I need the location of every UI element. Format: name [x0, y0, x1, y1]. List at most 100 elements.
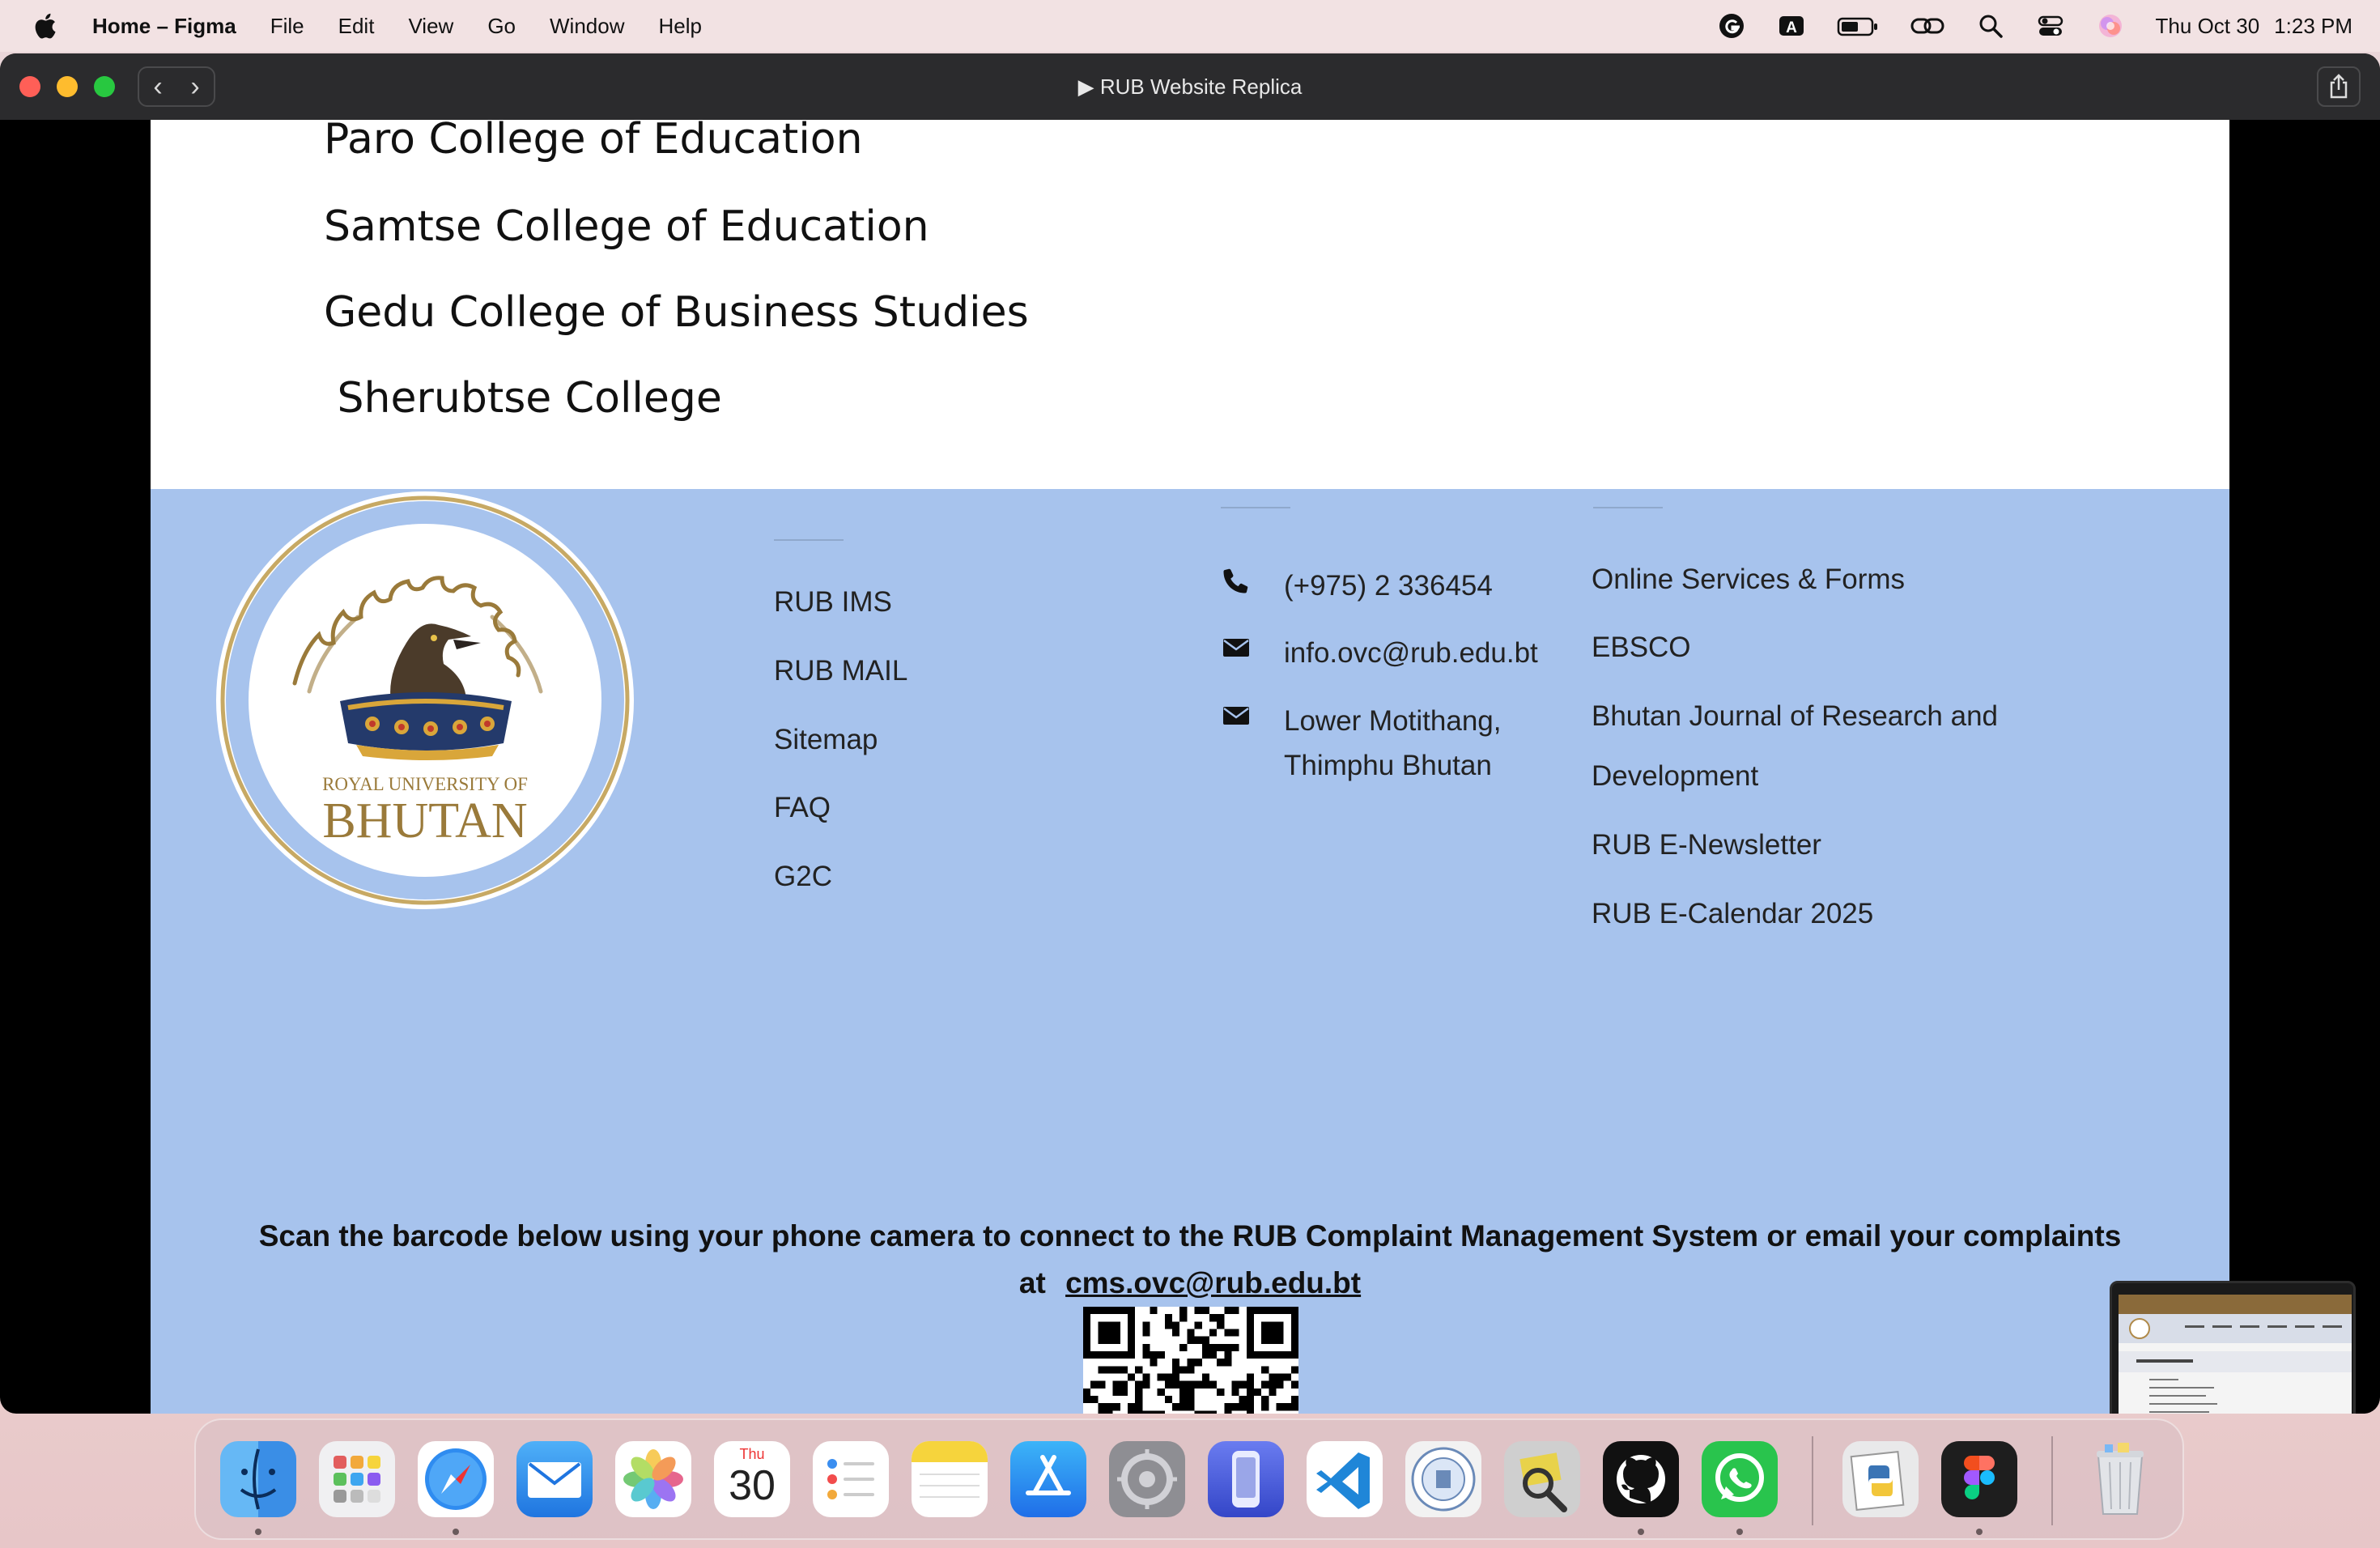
back-button[interactable]: ‹ [153, 71, 162, 103]
footer-link-sitemap[interactable]: Sitemap [774, 724, 878, 756]
apple-menu-icon[interactable] [32, 12, 57, 40]
footer-link-e-calendar[interactable]: RUB E-Calendar 2025 [1592, 898, 1873, 930]
link-icon[interactable] [1910, 11, 1945, 40]
search-icon[interactable] [1976, 11, 2005, 40]
resources-divider [1593, 507, 1663, 508]
dock-calendar-icon[interactable]: Thu 30 [714, 1441, 790, 1517]
safari-running-dot [453, 1529, 459, 1535]
dock-separator [1812, 1436, 1813, 1525]
footer-link-e-newsletter[interactable]: RUB E-Newsletter [1592, 829, 1821, 861]
dock-reminders-icon[interactable] [813, 1441, 889, 1517]
dock-vscode-icon[interactable] [1307, 1441, 1383, 1517]
cms-line1: Scan the barcode below using your phone … [258, 1219, 2122, 1252]
footer-link-ebsco[interactable]: EBSCO [1592, 632, 1691, 664]
zoom-window-button[interactable] [94, 76, 115, 97]
dock-notes-icon[interactable] [912, 1441, 988, 1517]
dock-separator-2 [2051, 1436, 2053, 1525]
footer-link-rub-mail[interactable]: RUB MAIL [774, 655, 907, 687]
footer-link-rub-ims[interactable]: RUB IMS [774, 586, 892, 619]
whatsapp-running-dot [1736, 1529, 1743, 1535]
footer-link-online-services[interactable]: Online Services & Forms [1592, 563, 1905, 596]
github-running-dot [1638, 1529, 1644, 1535]
footer-link-faq[interactable]: FAQ [774, 792, 831, 824]
clock-date: Thu Oct 30 [2155, 13, 2260, 38]
dock-python-launcher-icon[interactable] [1842, 1441, 1919, 1517]
menu-window[interactable]: Window [550, 14, 624, 39]
site-footer: ROYAL UNIVERSITY OF BHUTAN RUB IMS RUB M… [151, 489, 2229, 1414]
dock-safari-icon[interactable] [418, 1441, 494, 1517]
cms-prefix: at [1018, 1266, 1046, 1299]
siri-icon[interactable] [2096, 11, 2125, 40]
college-link-sherubtse[interactable]: Sherubtse College [324, 374, 722, 423]
footer-link-bjrd-cont[interactable]: Development [1592, 760, 1758, 793]
envelope-icon [1223, 707, 1249, 725]
dock-mailsteward-icon[interactable] [1504, 1441, 1580, 1517]
dock-trash-icon[interactable] [2082, 1441, 2158, 1517]
figma-running-dot [1976, 1529, 1983, 1535]
window-title: ▶ RUB Website Replica [1077, 74, 1303, 99]
browser-window: ‹ › ▶ RUB Website Replica Paro College o… [0, 53, 2380, 1414]
menu-help[interactable]: Help [659, 14, 702, 39]
contact-address-line1: Lower Motithang, [1284, 705, 1502, 737]
traffic-lights [19, 76, 115, 97]
control-center-icon[interactable] [2036, 11, 2065, 40]
forward-button[interactable]: › [190, 71, 199, 103]
menu-file[interactable]: File [270, 14, 304, 39]
menu-view[interactable]: View [408, 14, 453, 39]
menu-bar: Home – Figma File Edit View Go Window He… [0, 0, 2380, 52]
input-a-icon[interactable]: A [1777, 11, 1806, 40]
finder-running-dot [255, 1529, 261, 1535]
app-name-menu[interactable]: Home – Figma [92, 14, 236, 39]
dock-figma-icon[interactable] [1941, 1441, 2017, 1517]
contact-address: Lower Motithang, Thimphu Bhutan [1222, 699, 1501, 788]
contact-divider [1221, 507, 1290, 508]
footer-link-g2c[interactable]: G2C [774, 861, 832, 893]
grammarly-icon[interactable] [1717, 11, 1746, 40]
footer-link-bjrd[interactable]: Bhutan Journal of Research and [1592, 700, 1998, 733]
dock-finder-icon[interactable] [220, 1441, 296, 1517]
contact-address-line2: Thimphu Bhutan [1284, 750, 1492, 781]
battery-icon[interactable] [1837, 11, 1879, 40]
menu-go[interactable]: Go [487, 14, 516, 39]
envelope-icon [1223, 639, 1249, 657]
colleges-section: Paro College of Education Samtse College… [151, 120, 2229, 489]
cms-email-link[interactable]: cms.ovc@rub.edu.bt [1065, 1266, 1361, 1299]
dock-launchpad-icon[interactable] [319, 1441, 395, 1517]
minimize-window-button[interactable] [57, 76, 78, 97]
nav-buttons: ‹ › [138, 66, 215, 107]
dock-rub-app-icon[interactable] [1405, 1441, 1481, 1517]
dock: Thu 30 [194, 1418, 2184, 1540]
close-window-button[interactable] [19, 76, 40, 97]
dock-mail-icon[interactable] [516, 1441, 593, 1517]
dock-whatsapp-icon[interactable] [1702, 1441, 1778, 1517]
rub-logo[interactable]: ROYAL UNIVERSITY OF BHUTAN [214, 489, 636, 912]
dock-github-icon[interactable] [1603, 1441, 1679, 1517]
window-titlebar[interactable]: ‹ › ▶ RUB Website Replica [0, 53, 2380, 120]
contact-phone-text: (+975) 2 336454 [1284, 570, 1493, 602]
dock-system-settings-icon[interactable] [1109, 1441, 1185, 1517]
menu-edit[interactable]: Edit [338, 14, 375, 39]
college-link-gedu[interactable]: Gedu College of Business Studies [324, 288, 1029, 337]
svg-text:A: A [1786, 19, 1797, 36]
calendar-day: Thu [739, 1446, 765, 1462]
svg-text:BHUTAN: BHUTAN [322, 793, 527, 848]
cms-qr-code[interactable] [1083, 1307, 1298, 1414]
svg-text:ROYAL UNIVERSITY OF: ROYAL UNIVERSITY OF [322, 774, 528, 794]
contact-email-text: info.ovc@rub.edu.bt [1284, 637, 1538, 669]
dock-simulator-icon[interactable] [1208, 1441, 1284, 1517]
share-button[interactable] [2317, 66, 2361, 107]
screenshot-thumbnail[interactable] [2110, 1281, 2356, 1414]
clock-time: 1:23 PM [2274, 13, 2352, 38]
phone-icon [1223, 568, 1248, 593]
contact-phone[interactable]: (+975) 2 336454 [1222, 563, 1493, 608]
menu-clock[interactable]: Thu Oct 30 1:23 PM [2156, 14, 2352, 39]
dock-app-store-icon[interactable] [1010, 1441, 1086, 1517]
college-link-samtse[interactable]: Samtse College of Education [324, 202, 929, 251]
contact-email[interactable]: info.ovc@rub.edu.bt [1222, 631, 1538, 675]
share-icon [2330, 74, 2348, 99]
college-link-paro[interactable]: Paro College of Education [324, 120, 863, 164]
dock-photos-icon[interactable] [615, 1441, 691, 1517]
links-divider [774, 539, 844, 541]
cms-instructions: Scan the barcode below using your phone … [232, 1213, 2148, 1307]
webpage-canvas: Paro College of Education Samtse College… [151, 120, 2229, 1414]
